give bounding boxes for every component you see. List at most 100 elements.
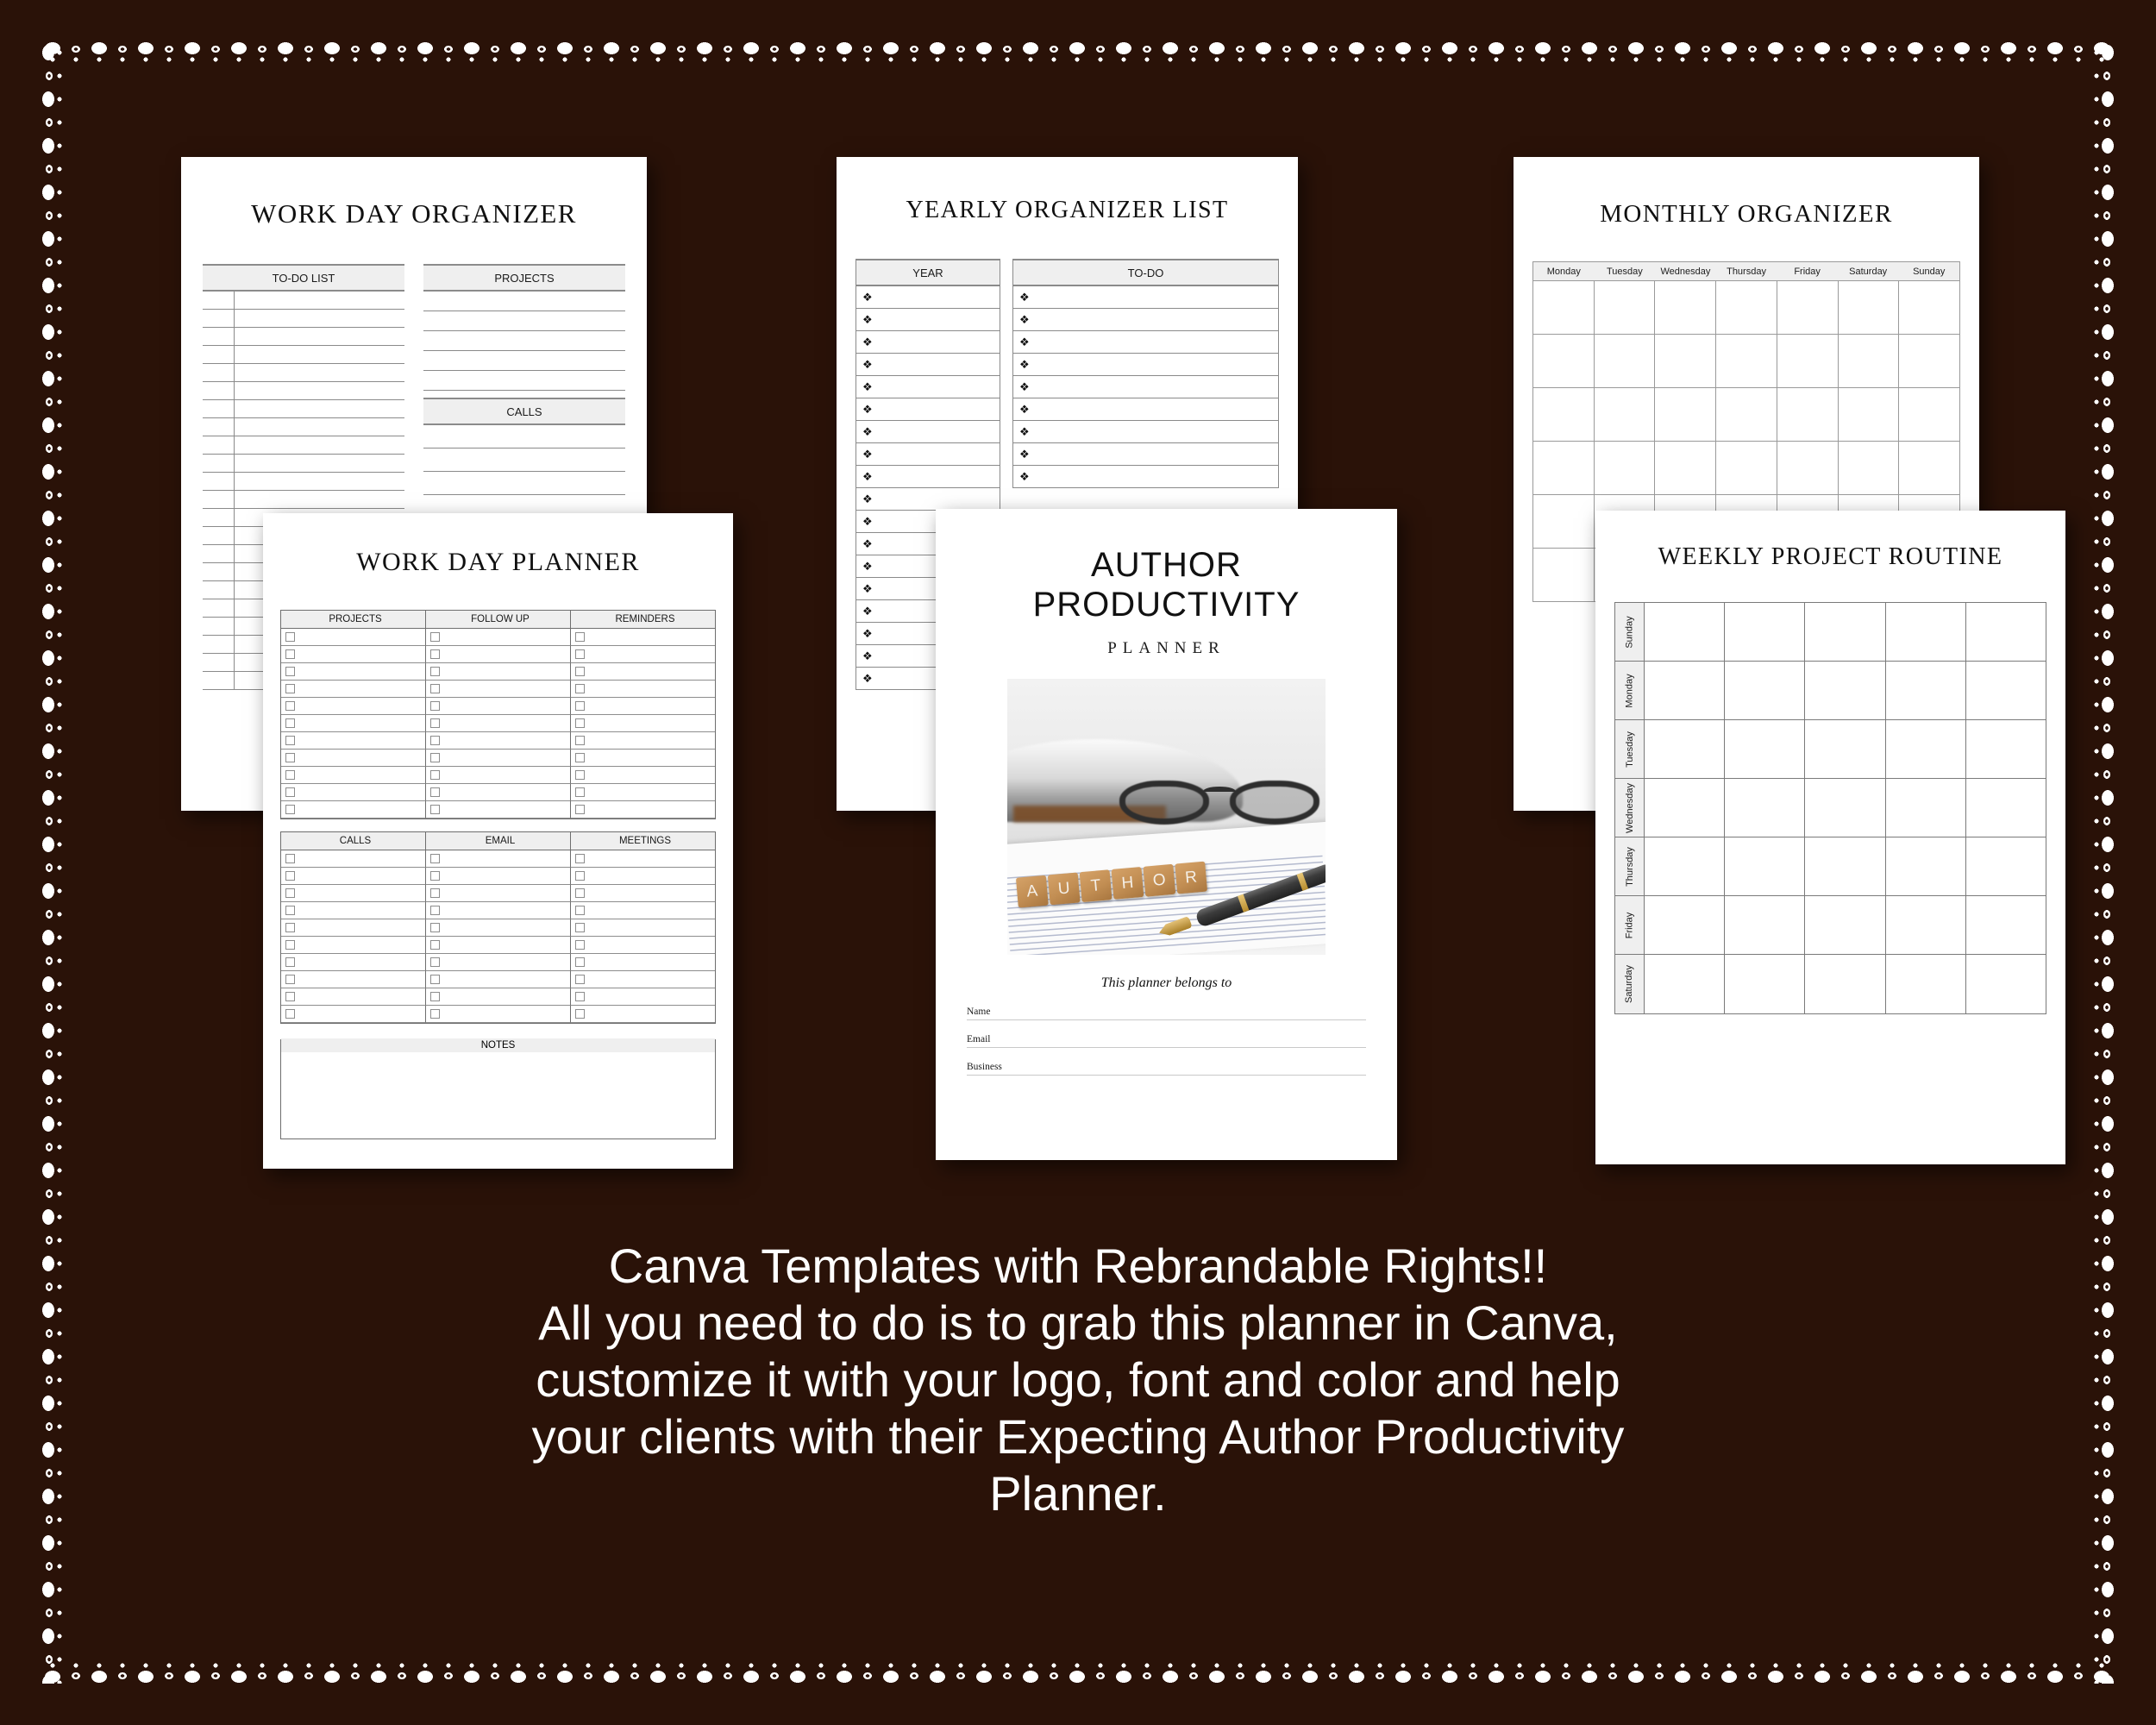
weekly-slot-cell[interactable]: [1805, 955, 1886, 1013]
checkbox-icon[interactable]: [575, 940, 585, 950]
weekly-slot-cell[interactable]: [1886, 720, 1966, 778]
planner-top-table[interactable]: PROJECTS FOLLOW UP REMINDERS: [280, 610, 716, 819]
checkbox-cell[interactable]: [281, 663, 426, 681]
calendar-day-cell[interactable]: [1837, 281, 1899, 335]
write-line[interactable]: [423, 311, 625, 331]
checkbox-icon[interactable]: [285, 667, 295, 676]
checkbox-icon[interactable]: [575, 701, 585, 711]
checkbox-icon[interactable]: [285, 854, 295, 863]
checkbox-icon[interactable]: [430, 753, 440, 762]
weekly-slot-cell[interactable]: [1966, 837, 2046, 895]
calendar-day-cell[interactable]: [1898, 281, 1961, 335]
bullet-row[interactable]: ❖: [1012, 286, 1279, 309]
weekly-slot-cell[interactable]: [1966, 603, 2046, 661]
calendar-day-cell[interactable]: [1776, 442, 1838, 495]
checkbox-icon[interactable]: [285, 753, 295, 762]
checkbox-cell[interactable]: [426, 902, 571, 919]
checkbox-cell[interactable]: [281, 988, 426, 1006]
weekly-slot-cell[interactable]: [1805, 779, 1886, 837]
checkbox-cell[interactable]: [426, 732, 571, 750]
calendar-day-cell[interactable]: [1654, 388, 1716, 442]
checkbox-icon[interactable]: [575, 684, 585, 693]
checkbox-cell[interactable]: [571, 971, 715, 988]
checkbox-icon[interactable]: [285, 649, 295, 659]
checkbox-icon[interactable]: [430, 906, 440, 915]
weekly-slot-cell[interactable]: [1725, 837, 1806, 895]
bullet-row[interactable]: ❖: [1012, 376, 1279, 398]
checkbox-icon[interactable]: [430, 736, 440, 745]
page-author-productivity-cover[interactable]: AUTHOR PRODUCTIVITY PLANNER AUTHOR This …: [936, 509, 1397, 1160]
weekly-slot-cell[interactable]: [1966, 955, 2046, 1013]
checkbox-cell[interactable]: [281, 646, 426, 663]
checkbox-icon[interactable]: [430, 787, 440, 797]
checkbox-cell[interactable]: [571, 629, 715, 646]
checkbox-icon[interactable]: [575, 667, 585, 676]
bullet-row[interactable]: ❖: [856, 376, 1000, 398]
checkbox-icon[interactable]: [285, 701, 295, 711]
checkbox-icon[interactable]: [575, 753, 585, 762]
bullet-row[interactable]: ❖: [856, 421, 1000, 443]
checkbox-cell[interactable]: [281, 919, 426, 937]
checkbox-cell[interactable]: [571, 1006, 715, 1023]
write-line[interactable]: [423, 331, 625, 351]
checkbox-cell[interactable]: [281, 902, 426, 919]
write-line[interactable]: [423, 371, 625, 391]
calendar-day-cell[interactable]: [1837, 388, 1899, 442]
calendar-day-cell[interactable]: [1532, 281, 1594, 335]
checkbox-cell[interactable]: [426, 750, 571, 767]
bullet-row[interactable]: ❖: [1012, 466, 1279, 488]
weekly-slot-cell[interactable]: [1966, 779, 2046, 837]
bullet-row[interactable]: ❖: [856, 398, 1000, 421]
bullet-row[interactable]: ❖: [856, 331, 1000, 354]
checkbox-icon[interactable]: [575, 854, 585, 863]
checkbox-icon[interactable]: [285, 632, 295, 642]
checkbox-cell[interactable]: [571, 868, 715, 885]
checkbox-cell[interactable]: [426, 646, 571, 663]
checkbox-icon[interactable]: [430, 854, 440, 863]
checkbox-icon[interactable]: [285, 992, 295, 1001]
checkbox-cell[interactable]: [571, 954, 715, 971]
calendar-day-cell[interactable]: [1532, 388, 1594, 442]
checkbox-cell[interactable]: [571, 801, 715, 819]
weekly-slot-cell[interactable]: [1966, 720, 2046, 778]
calendar-day-cell[interactable]: [1837, 442, 1899, 495]
calendar-day-cell[interactable]: [1532, 442, 1594, 495]
checkbox-cell[interactable]: [281, 629, 426, 646]
checkbox-cell[interactable]: [281, 767, 426, 784]
checkbox-cell[interactable]: [426, 919, 571, 937]
checkbox-cell[interactable]: [426, 801, 571, 819]
checkbox-icon[interactable]: [285, 787, 295, 797]
checkbox-cell[interactable]: [426, 988, 571, 1006]
checkbox-icon[interactable]: [575, 888, 585, 898]
write-line[interactable]: [423, 472, 625, 495]
weekly-slot-cell[interactable]: [1725, 955, 1806, 1013]
checkbox-cell[interactable]: [281, 750, 426, 767]
bullet-row[interactable]: ❖: [856, 286, 1000, 309]
bullet-row[interactable]: ❖: [856, 488, 1000, 511]
weekly-slot-cell[interactable]: [1645, 779, 1726, 837]
checkbox-cell[interactable]: [281, 784, 426, 801]
field-business[interactable]: Business: [967, 1062, 1366, 1076]
bullet-row[interactable]: ❖: [1012, 421, 1279, 443]
checkbox-cell[interactable]: [426, 868, 571, 885]
weekly-slot-cell[interactable]: [1966, 896, 2046, 954]
weekly-slot-cell[interactable]: [1805, 662, 1886, 719]
checkbox-icon[interactable]: [285, 805, 295, 814]
checkbox-icon[interactable]: [430, 1009, 440, 1019]
projects-lines[interactable]: [423, 292, 625, 391]
checkbox-cell[interactable]: [426, 937, 571, 954]
checkbox-cell[interactable]: [571, 937, 715, 954]
weekly-slot-cell[interactable]: [1805, 837, 1886, 895]
checkbox-icon[interactable]: [430, 701, 440, 711]
weekly-slot-cell[interactable]: [1886, 779, 1966, 837]
checkbox-icon[interactable]: [430, 684, 440, 693]
checkbox-icon[interactable]: [285, 736, 295, 745]
checkbox-cell[interactable]: [426, 954, 571, 971]
bullet-row[interactable]: ❖: [856, 466, 1000, 488]
calendar-day-cell[interactable]: [1837, 335, 1899, 388]
calendar-day-cell[interactable]: [1776, 388, 1838, 442]
checkbox-cell[interactable]: [571, 767, 715, 784]
owner-fields[interactable]: Name Email Business: [967, 1007, 1366, 1076]
write-line[interactable]: [423, 351, 625, 371]
checkbox-icon[interactable]: [430, 805, 440, 814]
